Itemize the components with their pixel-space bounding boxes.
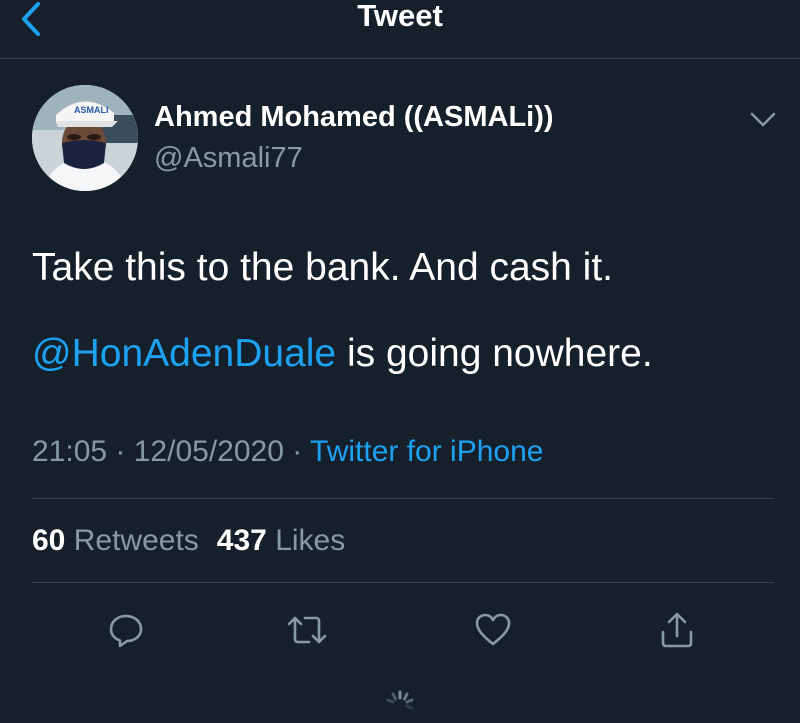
chevron-down-icon xyxy=(750,112,776,127)
divider xyxy=(32,582,774,583)
retweets-label: Retweets xyxy=(73,524,199,557)
likes-stat[interactable]: 437 Likes xyxy=(217,524,345,557)
tweet-text-line1: Take this to the bank. And cash it. xyxy=(32,246,614,289)
share-icon xyxy=(661,612,693,648)
avatar-photo: ASMALI xyxy=(32,85,138,191)
tweet-time: 21:05 xyxy=(32,435,108,468)
tweet-text-line2: @HonAdenDuale is going nowhere. xyxy=(32,331,772,377)
header-bar: Tweet xyxy=(0,0,800,59)
reply-icon xyxy=(109,614,143,648)
retweets-stat[interactable]: 60 Retweets xyxy=(32,524,199,557)
tweet-meta: 21:05 · 12/05/2020 · Twitter for iPhone xyxy=(32,432,543,472)
meta-separator: · xyxy=(107,435,134,468)
mention-link[interactable]: @HonAdenDuale xyxy=(32,332,336,375)
tweet-date: 12/05/2020 xyxy=(133,435,284,468)
divider xyxy=(32,498,774,499)
like-button[interactable] xyxy=(470,607,516,653)
tweet-options-button[interactable] xyxy=(748,106,778,132)
loading-spinner-icon xyxy=(380,688,420,718)
share-button[interactable] xyxy=(654,607,700,653)
page-title: Tweet xyxy=(357,0,443,33)
display-name[interactable]: Ahmed Mohamed ((ASMALi)) xyxy=(154,100,554,134)
like-icon xyxy=(475,613,511,646)
likes-count: 437 xyxy=(216,524,267,557)
likes-label: Likes xyxy=(275,524,346,557)
tweet-stats: 60 Retweets 437 Likes xyxy=(32,521,345,561)
avatar[interactable]: ASMALI xyxy=(32,85,138,191)
tweet-text-rest: is going nowhere. xyxy=(336,332,653,375)
user-handle[interactable]: @Asmali77 xyxy=(154,141,303,175)
meta-separator: · xyxy=(283,435,311,468)
retweets-count: 60 xyxy=(32,524,66,557)
svg-text:ASMALI: ASMALI xyxy=(74,105,109,115)
reply-button[interactable] xyxy=(103,607,149,653)
source-link[interactable]: Twitter for iPhone xyxy=(310,435,543,468)
retweet-icon xyxy=(287,616,327,644)
retweet-button[interactable] xyxy=(284,607,330,653)
